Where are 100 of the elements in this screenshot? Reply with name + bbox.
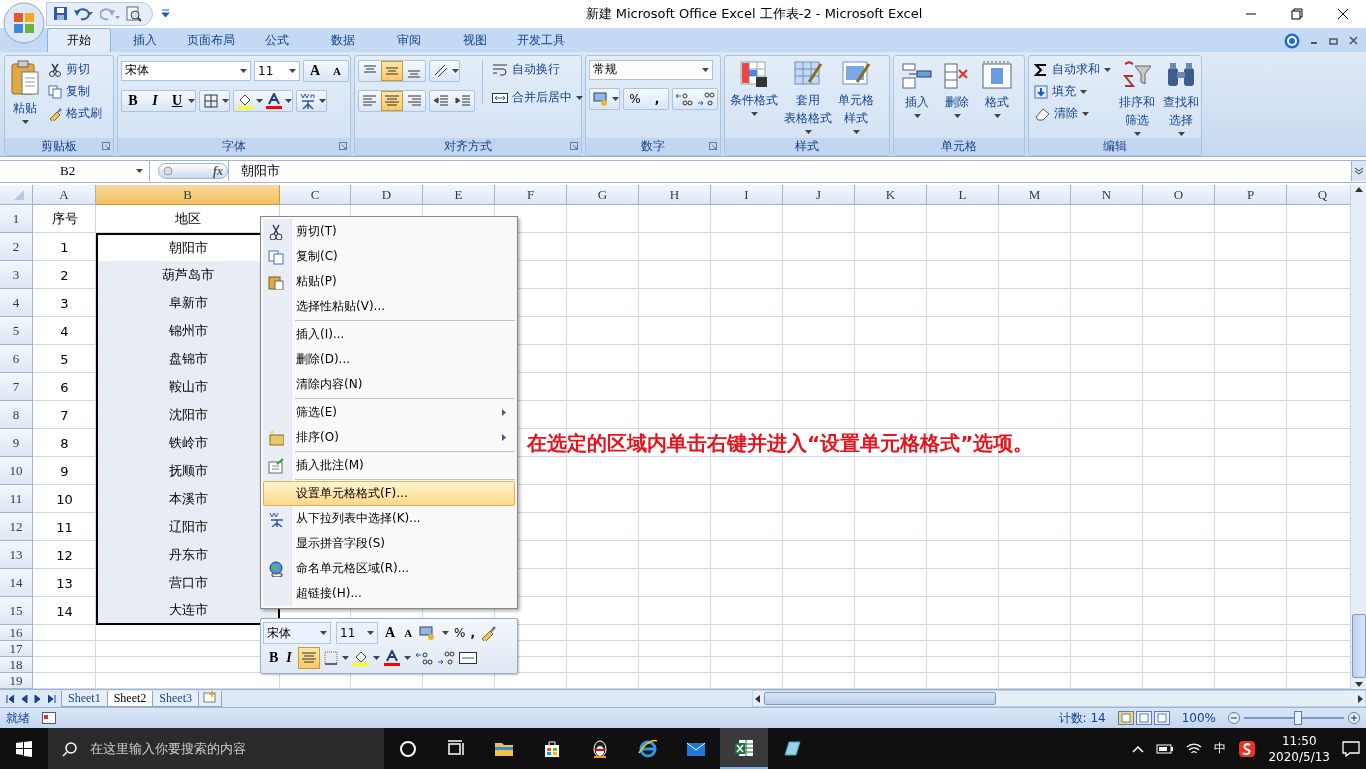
scrollbar-thumb[interactable] [764,692,996,706]
orientation-icon[interactable] [433,62,449,79]
caret-icon[interactable] [993,113,1001,118]
name-box[interactable]: B2 [0,161,150,182]
table-cell[interactable]: 9 [33,457,96,486]
font-name-field[interactable]: 宋体 [263,622,331,644]
help-icon[interactable] [1284,32,1300,49]
caret-icon[interactable] [372,656,380,660]
insert-function-button[interactable]: fx [213,163,223,179]
currency-icon[interactable] [593,90,609,107]
column-header[interactable]: L [927,185,999,206]
row-header[interactable]: 6 [0,345,33,374]
number-format-field[interactable]: 常规 [589,59,713,80]
copy-button[interactable]: 复制 [46,81,104,102]
decrease-indent-icon[interactable] [433,92,449,109]
font-color-icon[interactable] [383,650,400,666]
caret-icon[interactable] [953,113,961,118]
scroll-right-icon[interactable] [1358,694,1363,703]
row-header[interactable]: 8 [0,401,33,430]
table-cell[interactable]: 12 [33,541,96,570]
find-select-button[interactable]: 查找和 选择 [1161,59,1201,138]
table-cell[interactable]: 5 [33,345,96,374]
expand-icon[interactable] [1354,167,1364,176]
browser-e-icon[interactable] [638,738,658,759]
dialog-launcher-icon[interactable] [709,141,717,150]
caret-icon[interactable] [913,113,921,118]
column-header[interactable]: D [351,185,423,206]
insert-button[interactable]: 插入 [899,59,935,120]
column-header[interactable]: C [280,185,351,206]
fill-color-icon[interactable] [237,92,253,109]
brush-icon[interactable] [480,625,497,641]
row-header[interactable]: 11 [0,485,33,514]
restore-icon[interactable] [1329,36,1339,46]
row-header[interactable]: 3 [0,261,33,290]
scroll-up-icon[interactable] [1354,187,1363,193]
column-header[interactable]: K [855,185,927,206]
table-cell[interactable]: 3 [33,289,96,318]
table-cell[interactable]: 7 [33,401,96,430]
fill-button[interactable]: 填充 [1032,81,1113,102]
bold-button[interactable]: B [122,92,144,109]
caret-icon[interactable] [289,68,296,73]
next-sheet-icon[interactable] [34,694,42,703]
spreadsheet-app-icon[interactable] [734,737,754,758]
table-cell[interactable]: 4 [33,317,96,346]
row-header[interactable]: 9 [0,429,33,458]
row-header[interactable]: 2 [0,233,33,262]
percent-button[interactable]: % [454,626,466,640]
notification-icon[interactable] [1342,740,1360,757]
column-header[interactable]: I [711,185,783,206]
row-header[interactable]: 5 [0,317,33,346]
page-break-icon[interactable] [1153,711,1170,726]
customize-arrow-icon[interactable] [161,9,170,19]
underline-button[interactable]: U [166,92,188,109]
fill-color-icon[interactable] [352,650,369,666]
table-cell[interactable]: 6 [33,373,96,402]
caret-icon[interactable] [702,67,709,72]
borders-icon[interactable] [204,93,218,108]
caret-icon[interactable] [222,98,229,103]
table-cell[interactable]: 大连市 [96,597,280,626]
row-header[interactable]: 14 [0,569,33,598]
grow-font-button[interactable]: A [304,62,326,79]
comma-button[interactable]: , [646,88,668,109]
last-sheet-icon[interactable] [48,694,56,703]
merge-icon[interactable] [458,650,477,666]
column-header[interactable]: B [96,185,280,206]
wrap-text-button[interactable]: 自动换行 [490,59,585,80]
row-header[interactable]: 12 [0,513,33,542]
macro-record-icon[interactable] [42,712,56,725]
clear-button[interactable]: 清除 [1032,103,1113,124]
dialog-launcher-icon[interactable] [570,141,578,150]
format-painter-button[interactable]: 格式刷 [46,103,104,124]
dialog-launcher-icon[interactable] [339,141,347,150]
caret-icon[interactable] [21,119,29,124]
comma-button[interactable]: , [470,626,476,640]
table-cell[interactable]: 10 [33,485,96,514]
table-cell[interactable]: 1 [33,233,96,262]
first-sheet-icon[interactable] [6,694,14,703]
paste-button[interactable]: 粘贴 [8,59,42,126]
store-bag-icon[interactable] [542,738,562,759]
caret-icon[interactable] [341,656,349,660]
cortana-icon[interactable] [398,738,418,759]
caret-icon[interactable] [240,68,247,73]
penguin-icon[interactable] [590,738,610,759]
autosum-button[interactable]: 自动求和 [1032,59,1113,80]
font-size-field[interactable]: 11 [336,622,378,644]
caret-icon[interactable] [403,656,411,660]
column-header[interactable]: Q [1287,185,1350,206]
save-icon[interactable] [53,6,68,22]
caret-icon[interactable] [285,98,292,103]
row-header[interactable]: 4 [0,289,33,318]
table-cell[interactable]: 8 [33,429,96,458]
undo-icon[interactable] [74,6,94,22]
delete-button[interactable]: 删除 [939,59,975,120]
row-header[interactable]: 15 [0,597,33,626]
conditional-format-button[interactable]: 条件格式 [728,59,780,118]
sheet-tab[interactable]: Sheet3 [152,690,199,707]
column-header[interactable]: E [423,185,495,206]
merge-center-button[interactable]: 合并后居中 [490,87,585,108]
ribbon-tab[interactable]: 公式 [245,27,309,52]
caret-icon[interactable] [612,96,619,101]
